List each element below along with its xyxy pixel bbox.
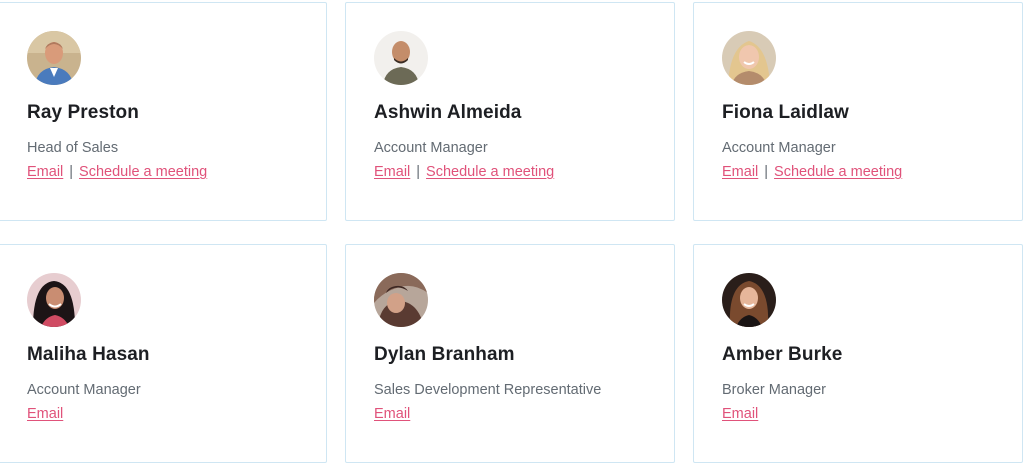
contact-links: Email | Schedule a meeting — [27, 164, 207, 180]
email-link[interactable]: Email — [27, 406, 63, 422]
person-photo-icon — [374, 273, 428, 327]
person-photo-icon — [722, 273, 776, 327]
avatar — [722, 31, 776, 85]
email-link[interactable]: Email — [722, 164, 758, 180]
member-name: Ashwin Almeida — [374, 102, 522, 123]
contact-links: Email — [27, 406, 63, 422]
schedule-meeting-link[interactable]: Schedule a meeting — [79, 164, 207, 180]
member-title: Account Manager — [722, 140, 836, 156]
member-title: Sales Development Representative — [374, 382, 602, 398]
link-separator: | — [416, 164, 421, 180]
avatar — [374, 31, 428, 85]
avatar — [27, 273, 81, 327]
avatar — [27, 31, 81, 85]
person-photo-icon — [27, 31, 81, 85]
person-photo-icon — [722, 31, 776, 85]
member-name: Amber Burke — [722, 344, 843, 365]
avatar — [374, 273, 428, 327]
email-link[interactable]: Email — [374, 406, 410, 422]
member-name: Fiona Laidlaw — [722, 102, 849, 123]
contact-links: Email — [374, 406, 410, 422]
email-link[interactable]: Email — [27, 164, 63, 180]
member-name: Ray Preston — [27, 102, 139, 123]
team-card-amber-burke: Amber Burke Broker Manager Email — [693, 244, 1023, 463]
team-card-ashwin-almeida: Ashwin Almeida Account Manager Email | Sch… — [345, 2, 675, 221]
team-card-dylan-branham: Dylan Branham Sales Development Represen… — [345, 244, 675, 463]
team-card-ray-preston: Ray Preston Head of Sales Email | Schedule… — [0, 2, 327, 221]
schedule-meeting-link[interactable]: Schedule a meeting — [426, 164, 554, 180]
email-link[interactable]: Email — [722, 406, 758, 422]
member-name: Dylan Branham — [374, 344, 515, 365]
person-photo-icon — [27, 273, 81, 327]
member-title: Broker Manager — [722, 382, 826, 398]
contact-links: Email | Schedule a meeting — [374, 164, 554, 180]
member-title: Head of Sales — [27, 140, 119, 156]
link-separator: | — [764, 164, 769, 180]
member-title: Account Manager — [374, 140, 488, 156]
email-link[interactable]: Email — [374, 164, 410, 180]
member-name: Maliha Hasan — [27, 344, 150, 365]
team-card-maliha-hasan: Maliha Hasan Account Manager Email — [0, 244, 327, 463]
person-photo-icon — [374, 31, 428, 85]
member-title: Account Manager — [27, 382, 141, 398]
contact-links: Email — [722, 406, 758, 422]
contact-links: Email | Schedule a meeting — [722, 164, 902, 180]
link-separator: | — [69, 164, 74, 180]
schedule-meeting-link[interactable]: Schedule a meeting — [774, 164, 902, 180]
avatar — [722, 273, 776, 327]
team-card-fiona-laidlaw: Fiona Laidlaw Account Manager Email | Sche… — [693, 2, 1023, 221]
